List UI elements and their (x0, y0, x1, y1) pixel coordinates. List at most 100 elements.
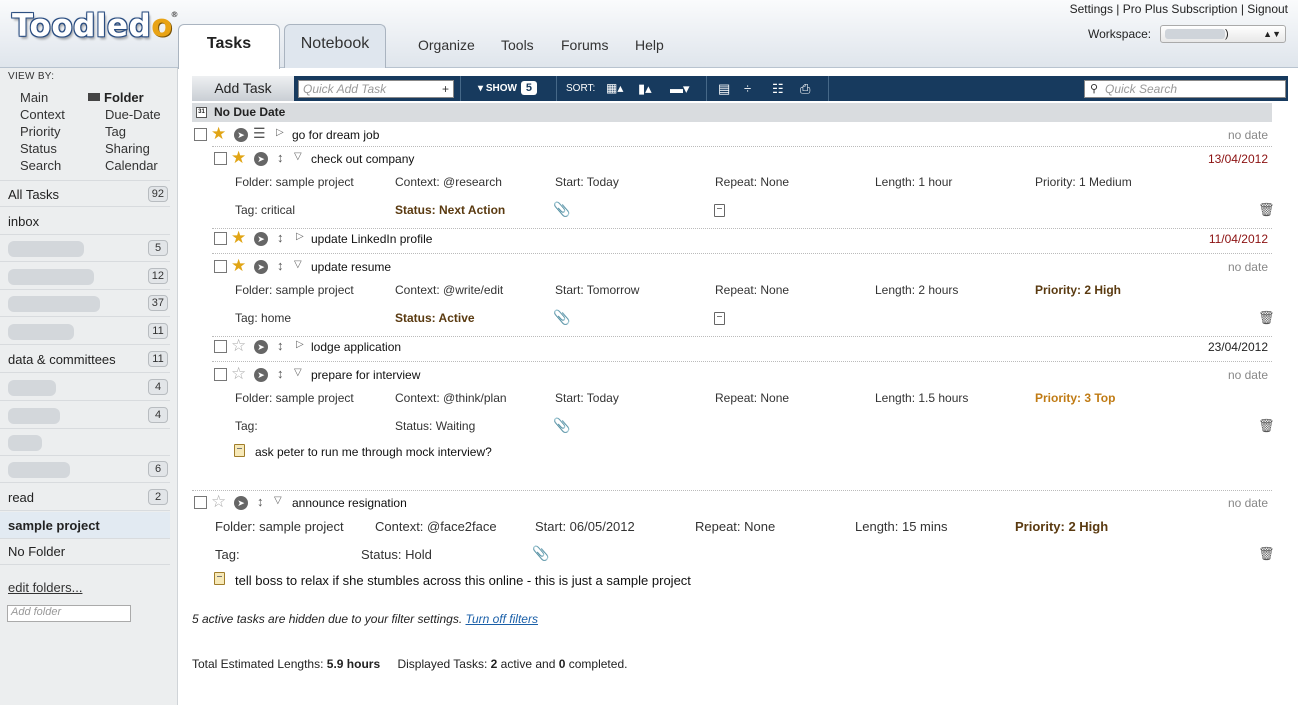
task-tag[interactable]: Tag: home (235, 311, 291, 325)
star-empty-icon[interactable]: ☆ (231, 364, 246, 384)
add-task-button[interactable]: Add Task (192, 76, 294, 101)
expand-collapse-icon[interactable]: ÷ (744, 76, 751, 101)
nav-help[interactable]: Help (635, 37, 664, 53)
task-title[interactable]: announce resignation (292, 496, 407, 510)
quick-add-input[interactable]: Quick Add Task + (298, 80, 454, 98)
collapse-arrow-icon[interactable]: ▽ (274, 495, 282, 506)
folder-redacted[interactable]: 11 (0, 318, 170, 345)
toodledo-logo[interactable]: Toodledo ® (12, 8, 178, 44)
subtask-row[interactable]: ★ ➤ ↕ ▽ update resume no date (212, 256, 1272, 277)
task-context[interactable]: Context: @face2face (375, 519, 497, 534)
view-priority[interactable]: Priority (20, 124, 60, 139)
notes-view-icon[interactable]: ▤ (718, 76, 730, 101)
folder-redacted[interactable]: 12 (0, 263, 170, 290)
view-calendar[interactable]: Calendar (105, 158, 158, 173)
subscription-link[interactable]: Pro Plus Subscription (1123, 2, 1238, 16)
task-checkbox[interactable] (194, 128, 207, 141)
task-length[interactable]: Length: 1.5 hours (875, 391, 968, 405)
note-icon[interactable] (714, 312, 725, 325)
task-status[interactable]: Status: Active (395, 311, 475, 325)
task-priority[interactable]: Priority: 2 High (1015, 519, 1108, 534)
task-row[interactable]: ☆ ➤ ↕ ▽ announce resignation no date (192, 492, 1272, 513)
task-title[interactable]: go for dream job (292, 128, 379, 142)
star-icon[interactable]: ★ (231, 148, 246, 168)
collapse-arrow-icon[interactable]: ▽ (294, 259, 302, 270)
task-note[interactable]: ask peter to run me through mock intervi… (255, 445, 492, 459)
task-due-date[interactable]: 11/04/2012 (1209, 232, 1268, 246)
folder-redacted[interactable]: 37 (0, 290, 170, 317)
drag-handle-icon[interactable]: ↕ (257, 494, 264, 509)
view-main[interactable]: Main (20, 90, 48, 105)
folder-redacted[interactable]: 4 (0, 374, 170, 401)
view-due-date[interactable]: Due-Date (105, 107, 161, 122)
star-icon[interactable]: ★ (231, 256, 246, 276)
task-start[interactable]: Start: Tomorrow (555, 283, 639, 297)
collapse-arrow-icon[interactable]: ▽ (294, 151, 302, 162)
sort-date-icon[interactable]: ▦▴ (606, 76, 623, 101)
folder-redacted[interactable] (0, 429, 170, 456)
task-title[interactable]: update resume (311, 260, 391, 274)
view-sharing[interactable]: Sharing (105, 141, 150, 156)
subtasks-tree-icon[interactable]: ☰ (253, 125, 266, 142)
quick-add-plus-icon[interactable]: + (442, 81, 449, 97)
collapse-arrow-icon[interactable]: ▽ (294, 367, 302, 378)
task-priority[interactable]: Priority: 1 Medium (1035, 175, 1132, 189)
task-checkbox[interactable] (214, 260, 227, 273)
task-note[interactable]: tell boss to relax if she stumbles acros… (235, 573, 691, 588)
drag-handle-icon[interactable]: ↕ (277, 258, 284, 273)
print-icon[interactable]: ⎙ (800, 76, 810, 101)
task-checkbox[interactable] (214, 340, 227, 353)
turn-off-filters-link[interactable]: Turn off filters (466, 612, 538, 626)
view-tag[interactable]: Tag (105, 124, 126, 139)
star-empty-icon[interactable]: ☆ (231, 336, 246, 356)
expand-arrow-icon[interactable]: ▷ (296, 231, 304, 242)
edit-folders-link[interactable]: edit folders... (8, 580, 82, 595)
drag-handle-icon[interactable]: ↕ (277, 366, 284, 381)
task-priority[interactable]: Priority: 3 Top (1035, 391, 1115, 405)
reschedule-icon[interactable]: ➤ (254, 260, 268, 274)
drag-handle-icon[interactable]: ↕ (277, 338, 284, 353)
quick-search-input[interactable]: ⚲ Quick Search (1084, 80, 1286, 98)
view-search[interactable]: Search (20, 158, 61, 173)
task-repeat[interactable]: Repeat: None (715, 391, 789, 405)
view-status[interactable]: Status (20, 141, 57, 156)
trash-icon[interactable]: 🗑 (1258, 202, 1275, 218)
task-row[interactable]: ★ ➤ ☰ ▷ go for dream job no date (192, 124, 1272, 145)
task-repeat[interactable]: Repeat: None (715, 175, 789, 189)
columns-icon[interactable]: ☷ (772, 76, 784, 101)
task-due-date[interactable]: no date (1228, 260, 1268, 274)
subtask-row[interactable]: ★ ➤ ↕ ▽ check out company 13/04/2012 (212, 148, 1272, 169)
subtask-row[interactable]: ☆ ➤ ↕ ▷ lodge application 23/04/2012 (212, 336, 1272, 357)
attachment-icon[interactable]: 📎 (553, 309, 570, 326)
task-context[interactable]: Context: @write/edit (395, 283, 503, 297)
attachment-icon[interactable]: 📎 (553, 417, 570, 434)
task-status[interactable]: Status: Next Action (395, 203, 505, 217)
drag-handle-icon[interactable]: ↕ (277, 150, 284, 165)
add-folder-input[interactable]: Add folder (7, 605, 131, 622)
task-checkbox[interactable] (214, 368, 227, 381)
task-title[interactable]: update LinkedIn profile (311, 232, 432, 246)
task-length[interactable]: Length: 15 mins (855, 519, 948, 534)
task-repeat[interactable]: Repeat: None (715, 283, 789, 297)
task-status[interactable]: Status: Waiting (395, 419, 475, 433)
sort-folder-icon[interactable]: ▬▾ (670, 76, 690, 101)
task-start[interactable]: Start: Today (555, 391, 619, 405)
task-due-date[interactable]: no date (1228, 128, 1268, 142)
task-length[interactable]: Length: 2 hours (875, 283, 958, 297)
view-context[interactable]: Context (20, 107, 65, 122)
tab-tasks[interactable]: Tasks (178, 24, 280, 69)
task-start[interactable]: Start: Today (555, 175, 619, 189)
task-status[interactable]: Status: Hold (361, 547, 432, 562)
folder-inbox[interactable]: inbox (0, 208, 170, 235)
task-title[interactable]: prepare for interview (311, 368, 420, 382)
reschedule-icon[interactable]: ➤ (254, 232, 268, 246)
show-button[interactable]: ▾ SHOW 5 (478, 76, 537, 101)
folder-no-folder[interactable]: No Folder (0, 538, 170, 565)
folder-all-tasks[interactable]: All Tasks 92 (0, 180, 170, 207)
task-checkbox[interactable] (214, 152, 227, 165)
view-folder[interactable]: Folder (88, 90, 144, 105)
subtask-row[interactable]: ★ ➤ ↕ ▷ update LinkedIn profile 11/04/20… (212, 228, 1272, 249)
task-folder[interactable]: Folder: sample project (235, 391, 354, 405)
expand-arrow-icon[interactable]: ▷ (276, 127, 284, 138)
task-due-date[interactable]: no date (1228, 368, 1268, 382)
